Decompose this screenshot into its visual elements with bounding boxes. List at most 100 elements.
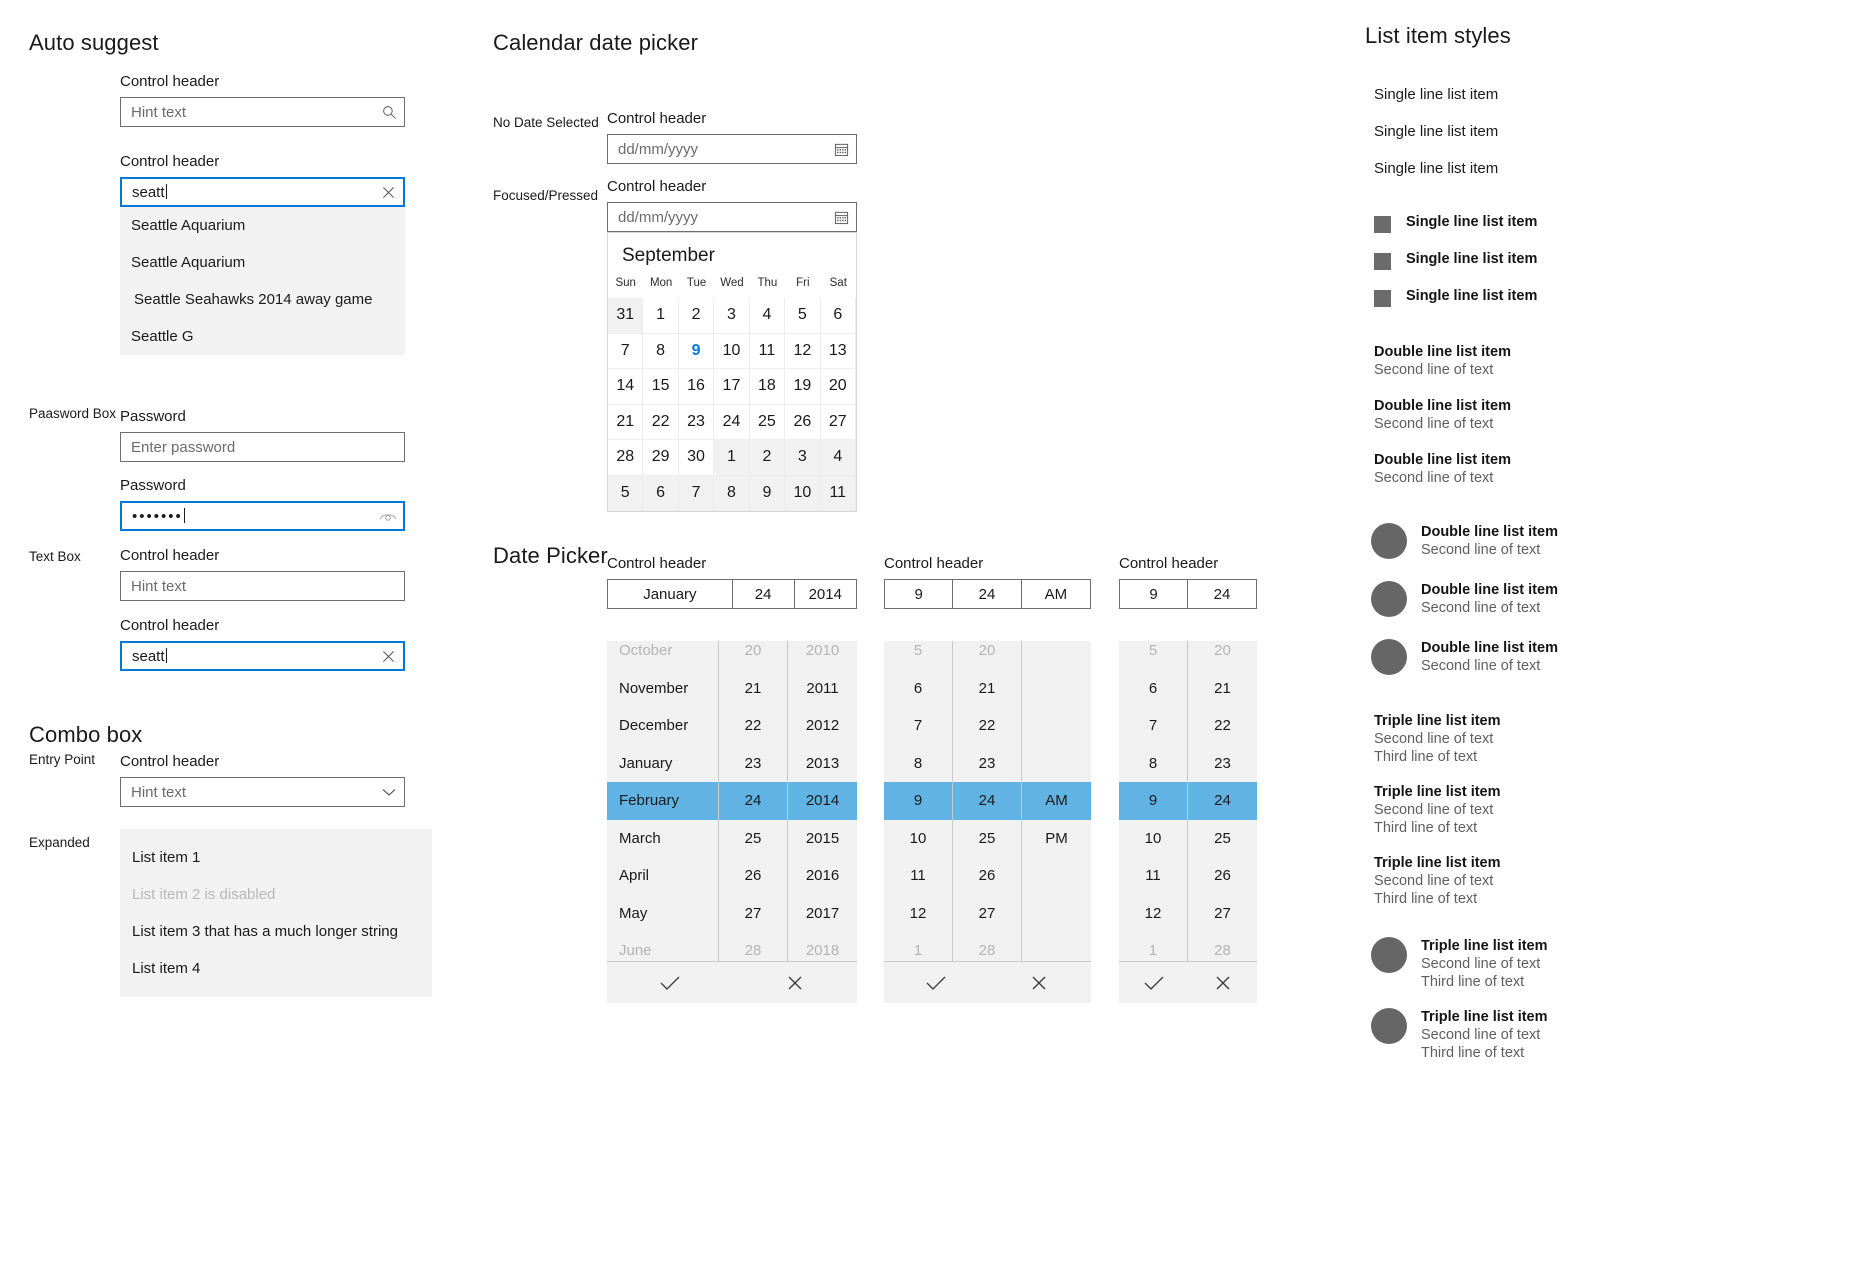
calendar-day-cell[interactable]: 5 (785, 298, 821, 334)
calendar-day-cell[interactable]: 11 (820, 475, 856, 511)
date-picker-column[interactable]: 20 21 22 23 24 25 26 27 28 (719, 641, 788, 961)
date-picker-option[interactable]: 6 (884, 670, 952, 708)
date-picker-option[interactable]: January (607, 745, 718, 783)
calendar-day-cell[interactable]: 18 (749, 369, 786, 405)
date-picker-option[interactable]: 25 (1188, 820, 1257, 858)
date-picker-option[interactable]: 8 (884, 745, 952, 783)
date-picker-column[interactable]: 2010 2011 2012 2013 2014 2015 2016 2017 2018 (788, 641, 857, 961)
single-line-list-item[interactable]: Single line list item (1374, 160, 1498, 177)
date-picker-option[interactable]: PM (1022, 820, 1091, 858)
double-line-list-item-with-avatar[interactable]: Double line list item Second line of tex… (1371, 639, 1558, 675)
date-picker-option[interactable]: 9 (1119, 782, 1187, 820)
date-picker-option[interactable]: June (607, 932, 718, 970)
date-picker-option[interactable]: 20 (719, 641, 787, 670)
calendar-date-input-focused[interactable]: dd/mm/yyyy (607, 202, 857, 232)
reveal-eye-icon[interactable] (373, 510, 403, 522)
calendar-day-cell[interactable]: 29 (643, 440, 679, 476)
date-picker-option[interactable]: February (607, 782, 718, 820)
date-picker-option[interactable] (1022, 932, 1091, 970)
calendar-day-cell[interactable]: 6 (643, 475, 679, 511)
list-item[interactable]: List item 4 (120, 950, 432, 987)
date-picker-option[interactable]: 2011 (788, 670, 857, 708)
date-picker-option[interactable]: November (607, 670, 718, 708)
combo-box-input[interactable]: Hint text (120, 777, 405, 807)
calendar-day-cell[interactable]: 5 (608, 475, 644, 511)
triple-line-list-item[interactable]: Triple line list item Second line of tex… (1374, 712, 1501, 766)
date-picker-option[interactable]: March (607, 820, 718, 858)
date-picker-column[interactable]: 20 21 22 23 24 25 26 27 28 (1188, 641, 1257, 961)
date-picker-option[interactable]: 22 (953, 707, 1021, 745)
calendar-day-cell[interactable]: 25 (749, 404, 786, 440)
single-line-list-item[interactable]: Single line list item (1374, 123, 1498, 140)
calendar-day-cell[interactable]: 24 (714, 404, 750, 440)
calendar-day-cell[interactable]: 1 (714, 440, 750, 476)
calendar-day-cell[interactable]: 6 (820, 298, 856, 334)
calendar-day-cell[interactable]: 4 (749, 298, 786, 334)
date-picker-segment[interactable]: 24 (733, 580, 795, 608)
date-picker-option[interactable]: 28 (953, 932, 1021, 970)
calendar-icon[interactable] (826, 210, 856, 225)
close-icon[interactable] (373, 186, 403, 199)
date-picker-option[interactable]: AM (1022, 782, 1091, 820)
double-line-list-item-with-avatar[interactable]: Double line list item Second line of tex… (1371, 523, 1558, 559)
date-picker-option[interactable]: 5 (884, 641, 952, 670)
date-picker-option[interactable]: 21 (1188, 670, 1257, 708)
single-line-list-item-with-icon[interactable]: Single line list item (1374, 214, 1537, 233)
date-picker-option[interactable]: 23 (719, 745, 787, 783)
list-item[interactable]: Seattle Seahawks 2014 away game (120, 281, 405, 318)
auto-suggest-input-focused[interactable]: seatt (120, 177, 405, 207)
date-picker-option[interactable]: 26 (1188, 857, 1257, 895)
date-picker-option[interactable]: December (607, 707, 718, 745)
date-picker-segment[interactable]: 24 (1188, 580, 1256, 608)
date-picker-option[interactable]: 27 (1188, 895, 1257, 933)
single-line-list-item-with-icon[interactable]: Single line list item (1374, 251, 1537, 270)
date-picker-option[interactable]: 24 (953, 782, 1021, 820)
calendar-icon[interactable] (826, 142, 856, 157)
date-picker-option[interactable] (1022, 641, 1091, 670)
triple-line-list-item[interactable]: Triple line list item Second line of tex… (1374, 854, 1501, 908)
date-picker-segment[interactable]: 9 (885, 580, 954, 608)
date-picker-option[interactable] (1022, 670, 1091, 708)
date-picker-option[interactable]: 2014 (788, 782, 857, 820)
list-item[interactable]: List item 1 (120, 839, 432, 876)
calendar-day-cell[interactable]: 2 (678, 298, 715, 334)
text-input-empty[interactable]: Hint text (120, 571, 405, 601)
calendar-day-cell[interactable]: 3 (785, 440, 821, 476)
date-picker-option[interactable]: 2013 (788, 745, 857, 783)
date-picker-option[interactable]: 26 (953, 857, 1021, 895)
triple-line-list-item[interactable]: Triple line list item Second line of tex… (1374, 783, 1501, 837)
date-picker-option[interactable]: 25 (953, 820, 1021, 858)
date-picker-option[interactable]: 6 (1119, 670, 1187, 708)
calendar-day-cell[interactable]: 7 (678, 475, 715, 511)
calendar-day-cell[interactable]: 11 (749, 333, 786, 369)
date-picker-column[interactable]: AM PM (1022, 641, 1091, 961)
date-picker-column[interactable]: 5 6 7 8 9 10 11 12 1 (1119, 641, 1188, 961)
double-line-list-item[interactable]: Double line list item Second line of tex… (1374, 343, 1511, 379)
calendar-day-cell[interactable]: 12 (785, 333, 821, 369)
auto-suggest-input-empty[interactable]: Hint text (120, 97, 405, 127)
calendar-day-cell[interactable]: 20 (820, 369, 856, 405)
date-picker-option[interactable]: 12 (884, 895, 952, 933)
calendar-day-cell[interactable]: 1 (643, 298, 679, 334)
date-picker-option[interactable]: 20 (953, 641, 1021, 670)
date-picker-option[interactable] (1022, 857, 1091, 895)
calendar-day-cell[interactable]: 22 (643, 404, 679, 440)
date-picker-option[interactable]: 20 (1188, 641, 1257, 670)
date-picker-option[interactable]: 27 (953, 895, 1021, 933)
date-picker-option[interactable]: 2018 (788, 932, 857, 970)
password-input-empty[interactable]: Enter password (120, 432, 405, 462)
date-picker-option[interactable]: 24 (719, 782, 787, 820)
date-picker-option[interactable]: April (607, 857, 718, 895)
date-picker-option[interactable]: 11 (884, 857, 952, 895)
date-picker-option[interactable]: 23 (1188, 745, 1257, 783)
calendar-day-cell[interactable]: 28 (608, 440, 644, 476)
date-picker-option[interactable]: 2016 (788, 857, 857, 895)
calendar-day-cell[interactable]: 19 (785, 369, 821, 405)
list-item[interactable]: List item 3 that has a much longer strin… (120, 913, 432, 950)
date-picker-option[interactable]: 9 (884, 782, 952, 820)
calendar-month-label[interactable]: September (608, 233, 856, 277)
date-picker-option[interactable] (1022, 707, 1091, 745)
date-picker-option[interactable] (1022, 895, 1091, 933)
calendar-day-cell[interactable]: 2 (749, 440, 786, 476)
date-picker-option[interactable]: 24 (1188, 782, 1257, 820)
